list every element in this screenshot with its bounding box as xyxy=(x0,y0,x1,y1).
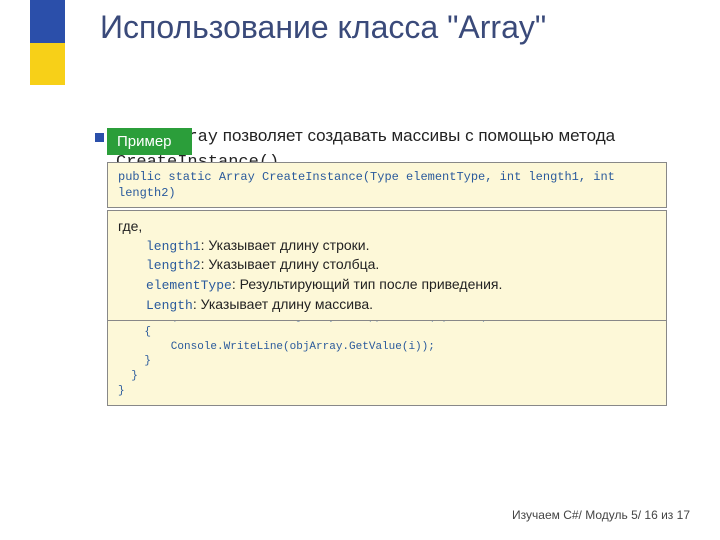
desc-elemtype-key: elementType xyxy=(146,278,232,293)
desc-elemtype-text: : Результирующий тип после приведения. xyxy=(232,276,503,292)
code-line: } xyxy=(118,354,656,369)
footer-pager: Изучаем C#/ Модуль 5/ 16 из 17 xyxy=(512,508,690,522)
code-line: } xyxy=(118,384,656,399)
description-box: где, length1: Указывает длину строки. le… xyxy=(107,210,667,321)
slide-title: Использование класса "Array" xyxy=(100,8,546,46)
flag-blue xyxy=(30,0,65,43)
code-line: { xyxy=(118,325,656,340)
code-line: Console.WriteLine(objArray.GetValue(i)); xyxy=(118,340,656,355)
desc-length1-key: length1 xyxy=(146,239,201,254)
desc-length-text: : Указывает длину массива. xyxy=(193,296,373,312)
flag-yellow xyxy=(30,43,65,86)
code-line: } xyxy=(118,369,656,384)
example-badge: Пример xyxy=(107,128,192,155)
code-signature: public static Array CreateInstance(Type … xyxy=(118,170,615,200)
desc-where: где, xyxy=(118,217,656,236)
desc-length2-text: : Указывает длину столбца. xyxy=(201,256,380,272)
desc-length-key: Length xyxy=(146,298,193,313)
code-signature-box: public static Array CreateInstance(Type … xyxy=(107,162,667,208)
bullet-icon xyxy=(95,133,104,142)
flag-decoration xyxy=(30,0,65,85)
desc-length2-key: length2 xyxy=(146,258,201,273)
desc-length1-text: : Указывает длину строки. xyxy=(201,237,370,253)
